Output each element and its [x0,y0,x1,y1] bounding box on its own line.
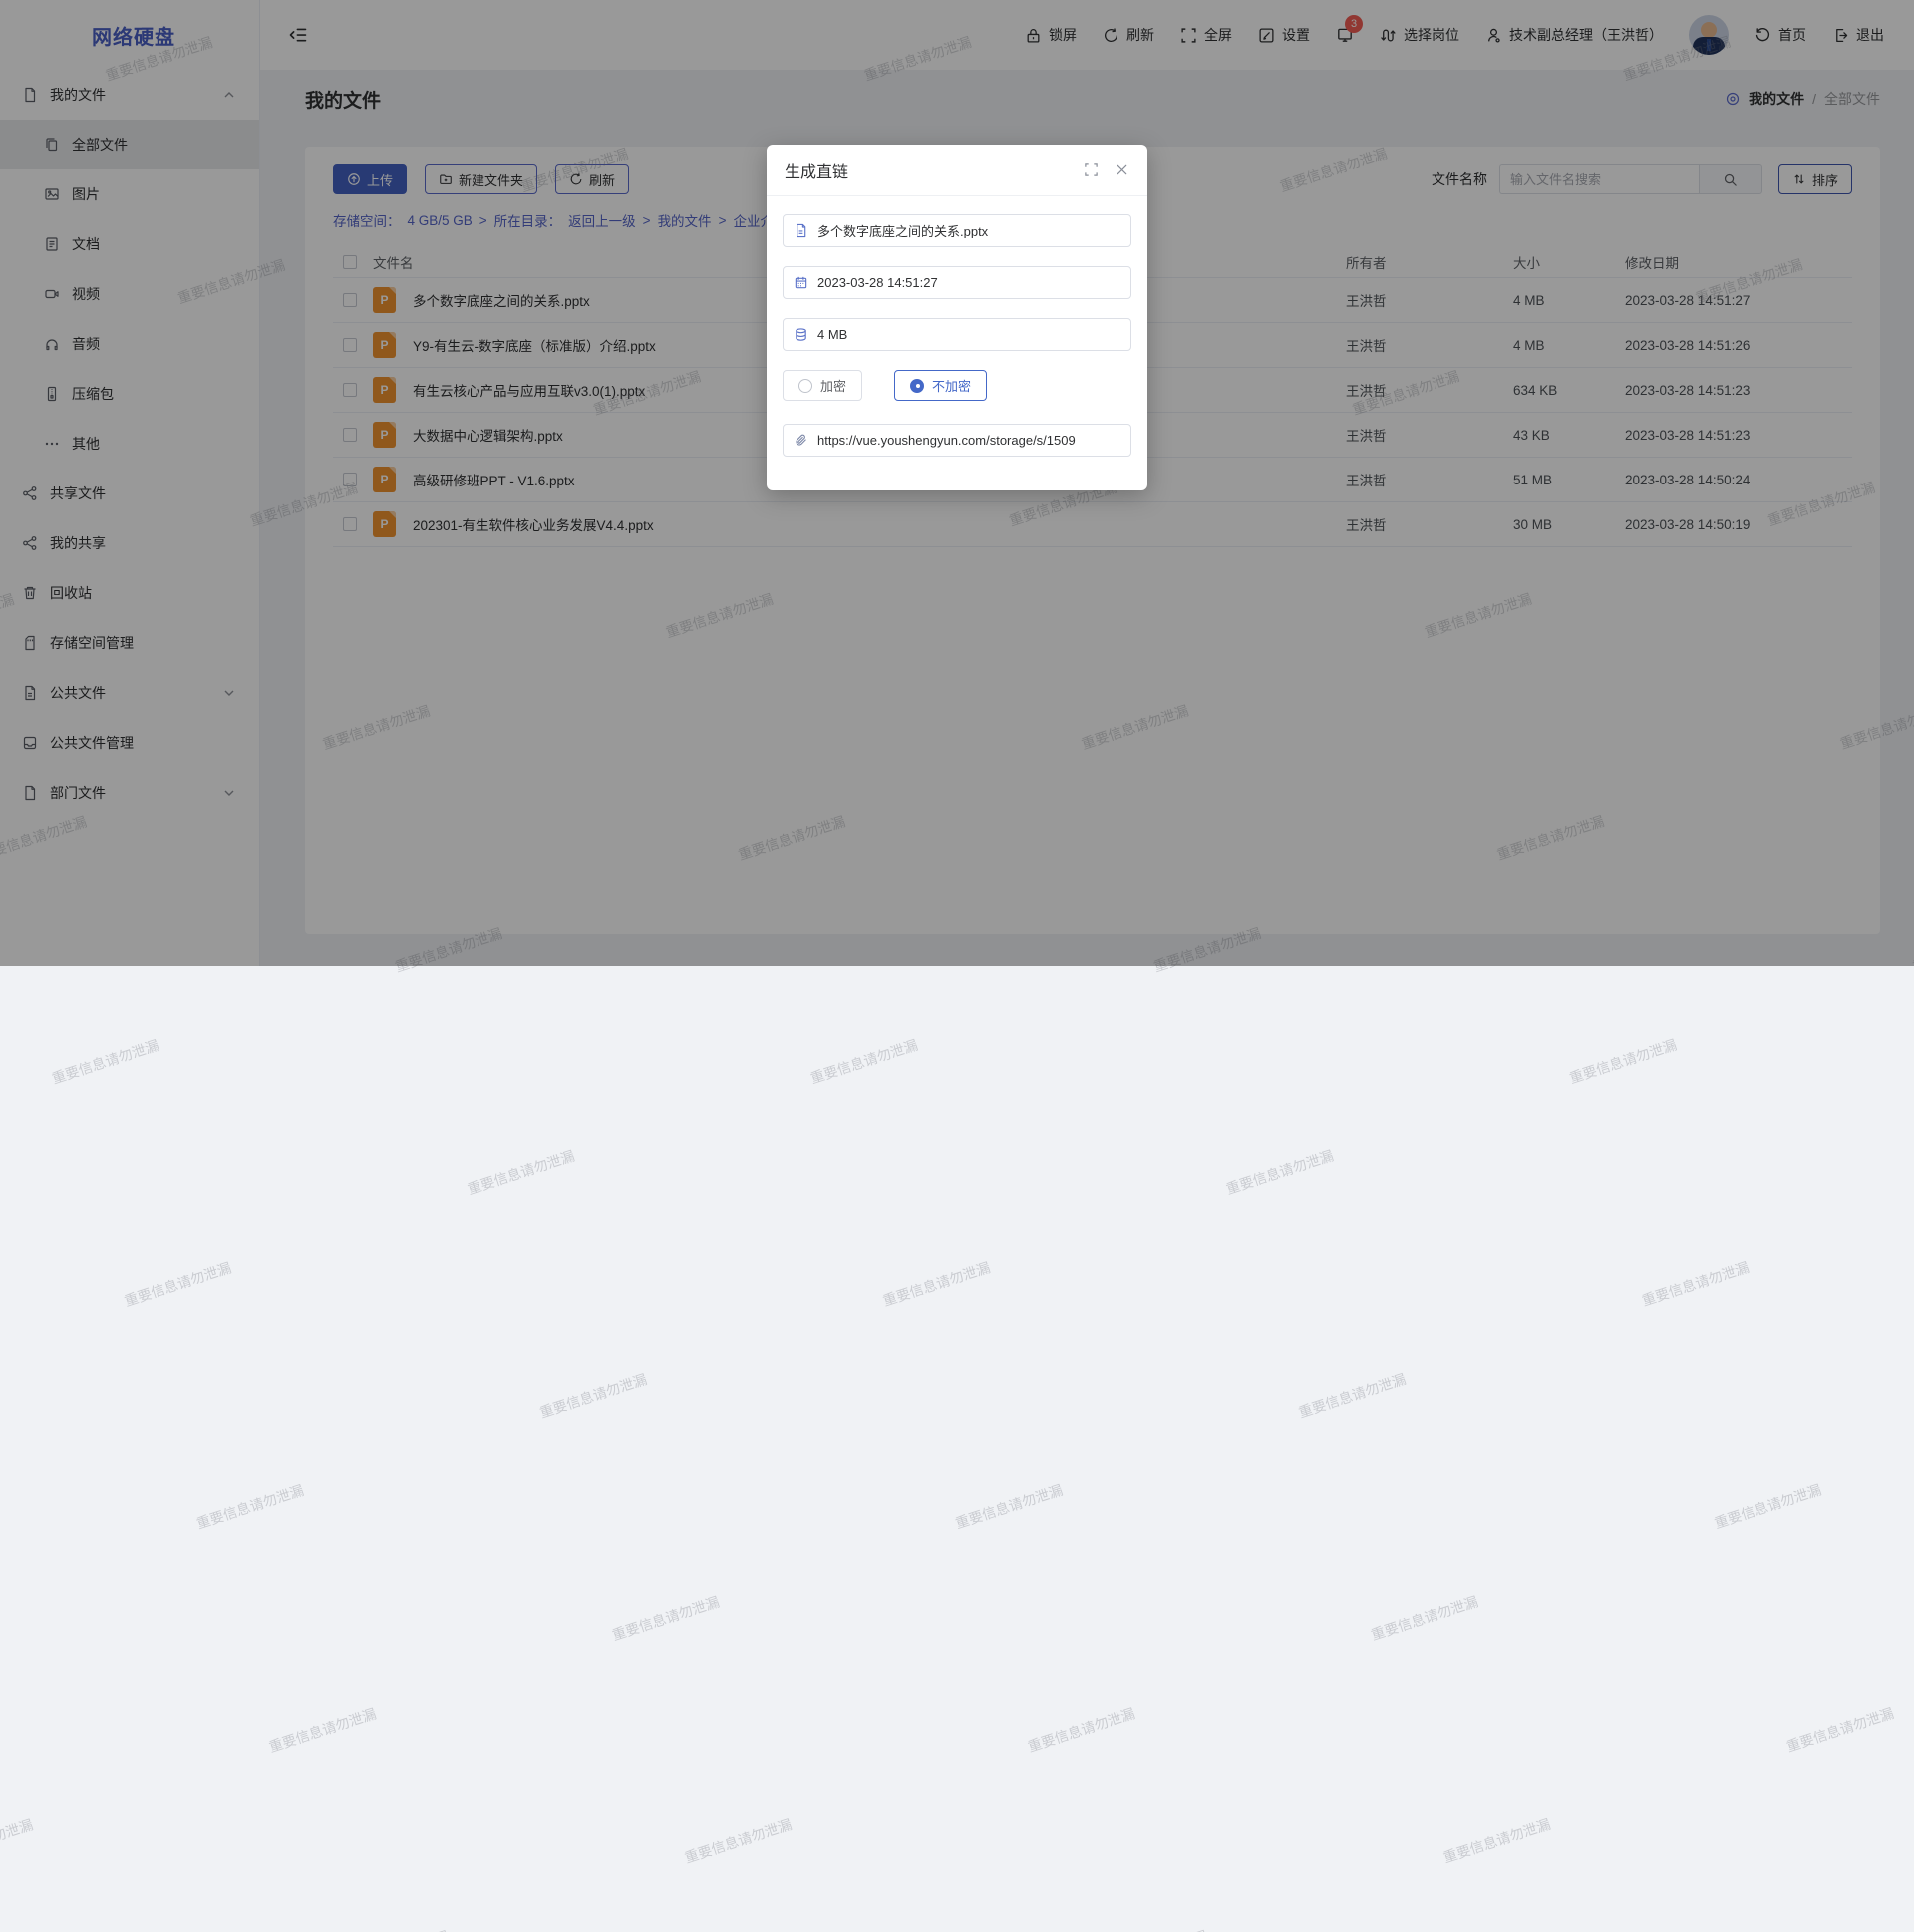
link-size-input[interactable] [817,327,1120,342]
watermark-text: 重要信息请勿泄漏 [1567,1035,1680,1089]
watermark-text: 重要信息请勿泄漏 [1712,1480,1824,1534]
watermark-text: 重要信息请勿泄漏 [1369,1591,1481,1645]
dialog-title: 生成直链 [785,159,848,182]
watermark-text: 重要信息请勿泄漏 [194,1480,307,1534]
link-file-name-input[interactable] [817,223,1120,238]
encrypt-radio[interactable]: 加密 [783,370,862,401]
radio-circle-icon [798,379,812,393]
direct-link-field [783,424,1131,457]
watermark-text: 重要信息请勿泄漏 [49,1035,161,1089]
watermark-text: 重要信息请勿泄漏 [1440,1814,1553,1868]
link-modified-field [783,266,1131,299]
watermark-text: 重要信息请勿泄漏 [1223,1145,1336,1199]
database-icon [794,327,808,342]
watermark-text: 重要信息请勿泄漏 [1025,1703,1137,1757]
radio-circle-icon [910,379,924,393]
watermark-text: 重要信息请勿泄漏 [953,1480,1066,1534]
calendar-icon [794,275,808,290]
watermark-text: 重要信息请勿泄漏 [266,1704,379,1758]
watermark-text: 重要信息请勿泄漏 [339,1926,452,1932]
watermark-text: 重要信息请勿泄漏 [1098,1926,1210,1932]
watermark-text: 重要信息请勿泄漏 [609,1592,722,1646]
watermark-text: 重要信息请勿泄漏 [682,1814,795,1868]
link-file-name-field [783,214,1131,247]
watermark-text: 重要信息请勿泄漏 [122,1258,234,1312]
watermark-text: 重要信息请勿泄漏 [1639,1257,1752,1311]
generate-link-dialog: 生成直链 加密 不加密 [767,145,1147,490]
link-size-field [783,318,1131,351]
file-icon [794,223,808,238]
close-dialog-icon[interactable] [1115,162,1129,177]
no-encrypt-radio[interactable]: 不加密 [894,370,987,401]
direct-link-input[interactable] [817,433,1120,448]
paperclip-icon [794,433,808,448]
watermark-text: 重要信息请勿泄漏 [465,1146,577,1200]
watermark-text: 重要信息请勿泄漏 [880,1257,993,1311]
link-modified-input[interactable] [817,275,1120,290]
watermark-text: 重要信息请勿泄漏 [1296,1369,1409,1423]
watermark-text: 重要信息请勿泄漏 [808,1035,921,1089]
watermark-text: 重要信息请勿泄漏 [537,1369,650,1423]
watermark-text: 重要信息请勿泄漏 [1784,1703,1897,1757]
watermark-text: 重要信息请勿泄漏 [0,1814,36,1868]
expand-dialog-icon[interactable] [1084,162,1099,177]
